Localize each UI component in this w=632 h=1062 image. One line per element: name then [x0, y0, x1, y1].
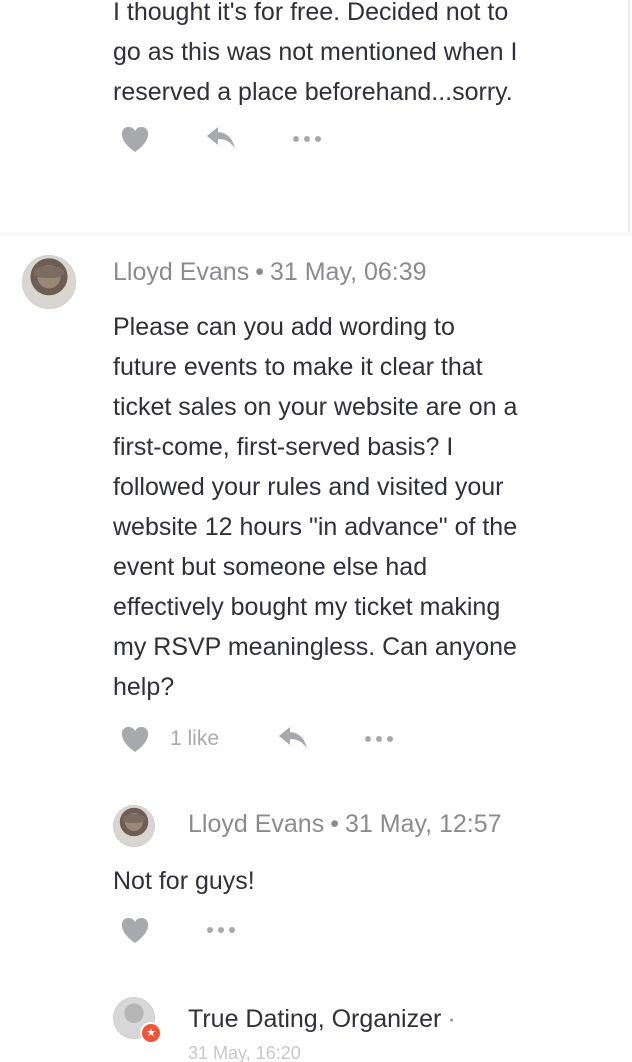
comment-author[interactable]: Lloyd Evans	[113, 258, 249, 286]
organizer-timestamp: 31 May, 16:20	[188, 1043, 301, 1062]
comment-meta: Lloyd Evans • 31 May, 06:39	[113, 258, 427, 287]
like-count[interactable]: 1 like	[170, 727, 219, 751]
more-dots-icon[interactable]	[364, 735, 394, 743]
previous-comment-card: I thought it's for free. Decided not to …	[0, 0, 630, 232]
heart-icon[interactable]	[120, 125, 150, 153]
organizer-meta: True Dating, Organizer ·	[188, 1005, 462, 1034]
avatar[interactable]	[22, 255, 76, 309]
reply-arrow-icon[interactable]	[206, 125, 236, 151]
previous-comment-actions	[120, 125, 340, 155]
meta-separator: •	[330, 810, 339, 838]
comment-actions: 1 like	[120, 725, 420, 755]
more-dots-icon[interactable]	[206, 926, 236, 934]
organizer-star-icon: ★	[140, 1022, 162, 1044]
organizer-author[interactable]: True Dating, Organizer	[188, 1005, 441, 1033]
comment-timestamp: 31 May, 06:39	[269, 258, 427, 286]
comment-text: Please can you add wording to future eve…	[113, 313, 518, 701]
heart-icon[interactable]	[120, 916, 150, 944]
previous-comment-text: I thought it's for free. Decided not to …	[113, 0, 518, 106]
more-dots-icon[interactable]	[292, 135, 322, 143]
meta-separator: ·	[447, 1005, 456, 1033]
card-divider	[0, 232, 632, 236]
reply-text: Not for guys!	[113, 867, 255, 895]
reply-author[interactable]: Lloyd Evans	[188, 810, 324, 838]
reply-arrow-icon[interactable]	[278, 725, 308, 751]
avatar[interactable]	[113, 805, 155, 847]
reply-actions	[120, 916, 270, 946]
meta-separator: •	[255, 258, 264, 286]
reply-meta: Lloyd Evans • 31 May, 12:57	[188, 810, 502, 839]
heart-icon[interactable]	[120, 725, 150, 753]
reply-timestamp: 31 May, 12:57	[344, 810, 502, 838]
